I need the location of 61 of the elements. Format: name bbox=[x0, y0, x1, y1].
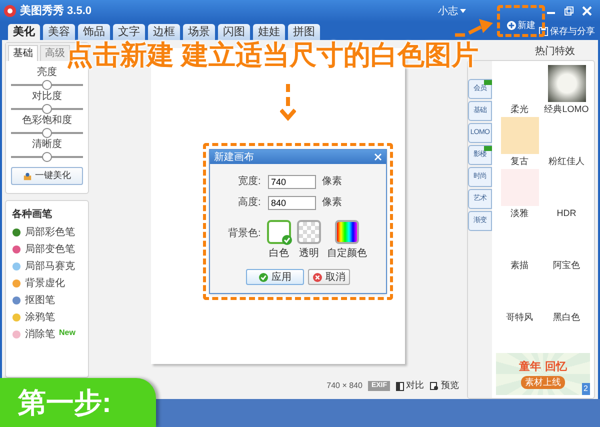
effect-label: 哥特风 bbox=[506, 310, 533, 324]
sub-tab[interactable]: 高级 bbox=[40, 45, 70, 61]
page-number[interactable]: 2 bbox=[582, 383, 590, 395]
banner-title: 童年 bbox=[519, 360, 541, 375]
effect-label: 黑白色 bbox=[553, 310, 580, 324]
unit-label: 像素 bbox=[322, 196, 342, 210]
effect-label: 淡雅 bbox=[510, 206, 528, 220]
effect-label: 素描 bbox=[510, 258, 528, 272]
main-tab[interactable]: 场景 bbox=[183, 24, 215, 40]
main-tab[interactable]: 拼图 bbox=[288, 24, 320, 40]
option-label: 透明 bbox=[298, 246, 319, 261]
unit-label: 像素 bbox=[322, 174, 342, 189]
field-label: 高度: bbox=[238, 196, 262, 210]
brush-item[interactable]: 局部变色笔 bbox=[12, 243, 82, 256]
field-label: 宽度: bbox=[238, 174, 262, 189]
effect-label: 粉红佳人 bbox=[548, 154, 584, 168]
main-tab[interactable]: 娃娃 bbox=[253, 24, 285, 40]
effect-label: 经典LOMO bbox=[544, 102, 589, 116]
step-badge: 第一步: bbox=[0, 378, 156, 427]
slider-label: 对比度 bbox=[32, 91, 62, 103]
brush-item[interactable]: 背景虚化 bbox=[12, 277, 82, 290]
effect-label: 复古 bbox=[510, 154, 528, 168]
field-label: 背景色: bbox=[228, 226, 261, 241]
effect-label: 柔光 bbox=[510, 102, 528, 116]
main-tab[interactable]: 闪图 bbox=[218, 24, 250, 40]
auto-beautify-button[interactable]: 一键美化 bbox=[11, 167, 83, 185]
option-label: 自定颜色 bbox=[326, 246, 367, 261]
promo-banner[interactable]: 童年 回忆 素材上线 2 bbox=[496, 353, 590, 395]
banner-title: 回忆 bbox=[545, 360, 567, 375]
new-label: New bbox=[59, 328, 76, 337]
main-tab[interactable]: 边框 bbox=[148, 24, 180, 40]
main-tab[interactable]: 美容 bbox=[43, 24, 75, 40]
main-tab[interactable]: 饰品 bbox=[78, 24, 110, 40]
preview-button[interactable]: 预览 bbox=[430, 379, 459, 393]
compare-button[interactable]: 对比 bbox=[396, 379, 424, 393]
new-button[interactable]: 新建 bbox=[497, 5, 545, 37]
apply-button[interactable]: 应用 bbox=[246, 269, 304, 285]
main-tab[interactable]: 文字 bbox=[113, 24, 145, 40]
dialog-title: 新建画布 bbox=[214, 150, 254, 164]
brush-item[interactable]: 抠图笔 bbox=[12, 294, 82, 307]
brush-item[interactable]: 局部马赛克 bbox=[12, 260, 82, 273]
effect-label: 阿宝色 bbox=[553, 258, 580, 272]
banner-subtitle: 素材上线 bbox=[521, 376, 565, 389]
slider-label: 亮度 bbox=[37, 67, 57, 79]
brush-item[interactable]: 涂鸦笔 bbox=[12, 311, 82, 324]
image-size: 740 × 840 bbox=[326, 380, 362, 392]
size-input[interactable]: 840 bbox=[268, 196, 316, 210]
brush-item[interactable]: 局部彩色笔 bbox=[12, 226, 82, 239]
main-tab[interactable]: 美化 bbox=[8, 24, 40, 40]
slider-label: 色彩饱和度 bbox=[22, 115, 72, 127]
brush-panel-title: 各种画笔 bbox=[12, 208, 53, 222]
size-input[interactable]: 740 bbox=[268, 174, 316, 188]
option-label: 白色 bbox=[268, 247, 289, 261]
user-menu[interactable]: 小志 bbox=[438, 4, 458, 18]
effects-header: 热门特效 bbox=[535, 44, 575, 58]
effect-label: HDR bbox=[556, 206, 576, 220]
window-title: 美图秀秀 3.5.0 bbox=[20, 3, 92, 19]
sub-tab[interactable]: 基础 bbox=[8, 45, 38, 61]
cancel-button[interactable]: 取消 bbox=[308, 269, 350, 285]
slider-label: 清晰度 bbox=[32, 139, 62, 151]
brush-item[interactable]: 消除笔 New bbox=[12, 328, 82, 341]
